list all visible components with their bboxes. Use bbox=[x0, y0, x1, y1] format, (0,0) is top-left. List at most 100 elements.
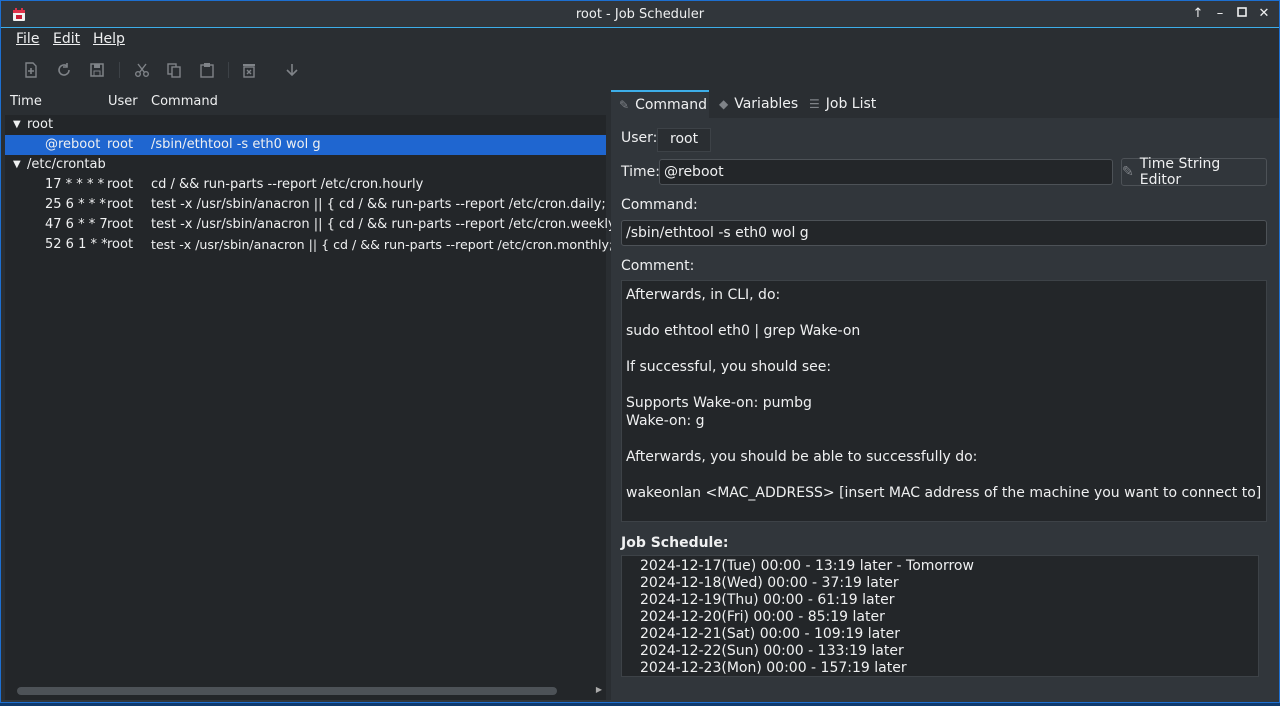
comment-line: Afterwards, you should be able to succes… bbox=[626, 449, 978, 465]
toolbar-separator bbox=[119, 62, 120, 78]
menu-edit[interactable]: Edit bbox=[53, 31, 80, 47]
table-row[interactable]: 52 6 1 * * root test -x /usr/sbin/anacro… bbox=[5, 235, 625, 255]
time-string-editor-button[interactable]: ✎ Time String Editor bbox=[1121, 156, 1267, 188]
close-icon[interactable]: ✕ bbox=[1255, 5, 1273, 23]
row-time: 52 6 1 * * bbox=[45, 237, 108, 252]
menu-file-label: File bbox=[16, 31, 40, 47]
tree-group-crontab[interactable]: ▼ /etc/crontab bbox=[5, 155, 606, 175]
tab-command[interactable]: ✎ Command bbox=[611, 90, 709, 118]
table-row[interactable]: 47 6 * * 7 root test -x /usr/sbin/anacro… bbox=[5, 215, 633, 235]
delete-icon[interactable] bbox=[239, 60, 259, 80]
menu-help-label: Help bbox=[93, 31, 125, 47]
command-input[interactable]: /sbin/ethtool -s eth0 wol g bbox=[621, 220, 1267, 246]
expand-arrow-icon[interactable]: ▼ bbox=[13, 159, 21, 170]
save-icon[interactable] bbox=[87, 60, 107, 80]
row-command: test -x /usr/sbin/anacron || { cd / && r… bbox=[151, 197, 619, 212]
maximize-icon[interactable] bbox=[1233, 5, 1251, 23]
list-item: 2024-12-18(Wed) 00:00 - 37:19 later bbox=[640, 575, 899, 591]
group-name: root bbox=[27, 117, 54, 132]
comment-line bbox=[626, 376, 1262, 394]
comment-line bbox=[626, 430, 1262, 448]
list-icon: ☰ bbox=[809, 97, 820, 111]
command-pane: User: root Time: @reboot ✎ Time String E… bbox=[611, 118, 1279, 700]
list-item: 2024-12-20(Fri) 00:00 - 85:19 later bbox=[640, 609, 885, 625]
scrollbar-thumb[interactable] bbox=[17, 687, 557, 695]
row-command: cd / && run-parts --report /etc/cron.hou… bbox=[151, 177, 424, 192]
group-name: /etc/crontab bbox=[27, 157, 106, 172]
comment-textarea[interactable]: Afterwards, in CLI, do: sudo ethtool eth… bbox=[621, 280, 1267, 522]
col-header-command[interactable]: Command bbox=[151, 94, 218, 109]
row-user: root bbox=[107, 137, 134, 152]
row-command: test -x /usr/sbin/anacron || { cd / && r… bbox=[151, 217, 633, 232]
comment-line: wakeonlan <MAC_ADDRESS> [insert MAC addr… bbox=[626, 485, 1262, 501]
row-user: root bbox=[107, 237, 134, 252]
row-command: test -x /usr/sbin/anacron || { cd / && r… bbox=[151, 237, 626, 252]
tree-group-root[interactable]: ▼ root bbox=[5, 115, 606, 135]
list-item: 2024-12-23(Mon) 00:00 - 157:19 later bbox=[640, 660, 907, 676]
comment-line bbox=[626, 304, 1262, 322]
time-input[interactable]: @reboot bbox=[659, 159, 1113, 185]
pencil-icon: ✎ bbox=[619, 98, 630, 112]
col-header-user[interactable]: User bbox=[108, 94, 138, 109]
list-item: 2024-12-22(Sun) 00:00 - 133:19 later bbox=[640, 643, 904, 659]
comment-line: Afterwards, in CLI, do: bbox=[626, 287, 781, 303]
row-time: 17 * * * * bbox=[45, 177, 105, 192]
comment-line: If successful, you should see: bbox=[626, 359, 832, 375]
list-item: 2024-12-19(Thu) 00:00 - 61:19 later bbox=[640, 592, 895, 608]
comment-label: Comment: bbox=[621, 258, 695, 274]
toolbar bbox=[1, 52, 1279, 88]
horizontal-scrollbar[interactable]: ▶ bbox=[5, 684, 606, 698]
list-item: 2024-12-17(Tue) 00:00 - 13:19 later - To… bbox=[640, 558, 974, 574]
user-value: root bbox=[657, 128, 712, 152]
refresh-icon[interactable] bbox=[54, 60, 74, 80]
copy-icon[interactable] bbox=[164, 60, 184, 80]
row-time: 47 6 * * 7 bbox=[45, 217, 108, 232]
window-title: root - Job Scheduler bbox=[575, 7, 705, 22]
tab-variables[interactable]: ◆ Variables bbox=[711, 90, 806, 118]
comment-line: Supports Wake-on: pumbg bbox=[626, 395, 812, 411]
job-schedule-label: Job Schedule: bbox=[621, 535, 729, 551]
row-user: root bbox=[107, 217, 134, 232]
tab-bar: ✎ Command ◆ Variables ☰ Job List bbox=[611, 88, 1279, 118]
tab-command-label: Command bbox=[635, 97, 708, 113]
keep-above-icon[interactable]: ↑ bbox=[1189, 5, 1207, 23]
expand-arrow-icon[interactable]: ▼ bbox=[13, 119, 21, 130]
move-down-icon[interactable] bbox=[282, 60, 302, 80]
job-tree[interactable]: Time User Command ▼ root @reboot root /s… bbox=[5, 88, 633, 700]
col-header-time[interactable]: Time bbox=[10, 94, 42, 109]
list-item: 2024-12-21(Sat) 00:00 - 109:19 later bbox=[640, 626, 901, 642]
menu-bar: File Edit Help bbox=[1, 28, 1279, 52]
window-bottom-border bbox=[1, 700, 1279, 702]
comment-line bbox=[626, 340, 1262, 358]
menu-help[interactable]: Help bbox=[93, 31, 125, 47]
table-row[interactable]: 17 * * * * root cd / && run-parts --repo… bbox=[5, 175, 606, 195]
time-label: Time: bbox=[621, 164, 660, 180]
scroll-right-icon[interactable]: ▶ bbox=[596, 685, 602, 694]
cut-icon[interactable] bbox=[132, 60, 152, 80]
comment-line: Wake-on: g bbox=[626, 413, 705, 429]
comment-line bbox=[626, 466, 1262, 484]
title-bar[interactable]: root - Job Scheduler ↑ – ✕ bbox=[1, 1, 1279, 28]
table-row[interactable]: 25 6 * * * root test -x /usr/sbin/anacro… bbox=[5, 195, 618, 215]
tab-variables-label: Variables bbox=[734, 96, 799, 112]
row-user: root bbox=[107, 197, 134, 212]
command-label: Command: bbox=[621, 197, 698, 213]
menu-file[interactable]: File bbox=[16, 31, 39, 47]
app-window: root - Job Scheduler ↑ – ✕ File Edit Hel… bbox=[0, 0, 1280, 703]
user-label: User: bbox=[621, 130, 658, 146]
menu-edit-label: Edit bbox=[53, 31, 81, 47]
tag-icon: ◆ bbox=[719, 97, 729, 111]
tab-job-list[interactable]: ☰ Job List bbox=[801, 90, 884, 118]
tree-header: Time User Command bbox=[5, 88, 606, 115]
pencil-icon: ✎ bbox=[1122, 164, 1134, 180]
job-schedule-list[interactable]: 2024-12-17(Tue) 00:00 - 13:19 later - To… bbox=[621, 555, 1259, 677]
comment-line: sudo ethtool eth0 | grep Wake-on bbox=[626, 323, 861, 339]
table-row[interactable]: @reboot root /sbin/ethtool -s eth0 wol g bbox=[5, 135, 606, 155]
toolbar-separator bbox=[228, 62, 229, 78]
row-command: /sbin/ethtool -s eth0 wol g bbox=[151, 137, 321, 152]
minimize-icon[interactable]: – bbox=[1211, 5, 1229, 23]
new-icon[interactable] bbox=[21, 60, 41, 80]
paste-icon[interactable] bbox=[197, 60, 217, 80]
row-time: @reboot bbox=[45, 137, 101, 152]
job-editor: ✎ Command ◆ Variables ☰ Job List User: r… bbox=[611, 88, 1279, 700]
